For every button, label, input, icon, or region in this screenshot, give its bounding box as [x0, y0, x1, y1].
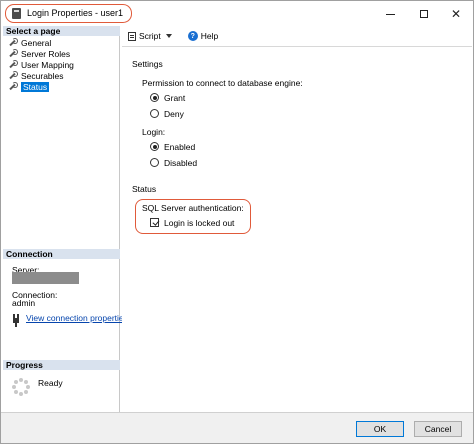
title-bar[interactable]: Login Properties - user1 ✕ — [1, 1, 473, 27]
minimize-button[interactable] — [377, 5, 403, 22]
script-label: Script — [139, 31, 161, 41]
page-item-label: General — [21, 37, 52, 48]
progress-status: Ready — [38, 378, 63, 388]
page-item-label: User Mapping — [21, 59, 74, 70]
dialog-button-bar: OK Cancel — [1, 412, 473, 443]
app-icon — [12, 8, 21, 19]
wrench-icon — [8, 60, 18, 69]
grant-label[interactable]: Grant — [164, 93, 185, 103]
disabled-label[interactable]: Disabled — [164, 158, 197, 168]
select-page-header: Select a page — [3, 26, 120, 36]
minimize-icon — [385, 14, 395, 15]
connection-value: admin — [12, 298, 36, 308]
page-item-label: Server Roles — [21, 48, 71, 59]
connection-plug-icon — [12, 313, 21, 323]
server-value-redacted — [12, 272, 79, 284]
page-item-status[interactable]: Status — [8, 81, 50, 92]
progress-header: Progress — [3, 360, 120, 370]
login-locked-out-label[interactable]: Login is locked out — [164, 218, 234, 228]
cancel-button[interactable]: Cancel — [414, 421, 462, 437]
close-button[interactable]: ✕ — [443, 5, 469, 22]
left-pane: Select a page General Server Roles User … — [3, 26, 128, 412]
link-text: View connection properties — [26, 313, 128, 323]
maximize-button[interactable] — [411, 5, 437, 22]
help-button[interactable]: ? Help — [178, 31, 218, 41]
login-locked-out-checkbox[interactable] — [150, 218, 159, 227]
page-item-user-mapping[interactable]: User Mapping — [8, 59, 74, 70]
page-item-general[interactable]: General — [8, 37, 51, 48]
permission-label: Permission to connect to database engine… — [142, 78, 303, 88]
connection-header: Connection — [3, 249, 120, 259]
deny-radio[interactable] — [150, 109, 159, 118]
grant-radio[interactable] — [150, 93, 159, 102]
page-item-securables[interactable]: Securables — [8, 70, 64, 81]
ok-button[interactable]: OK — [356, 421, 404, 437]
wrench-icon — [8, 71, 18, 80]
page-item-label: Securables — [21, 70, 64, 81]
script-button[interactable]: Script — [128, 31, 172, 41]
wrench-icon — [8, 38, 18, 47]
progress-spinner-icon — [12, 378, 30, 396]
login-properties-dialog: Login Properties - user1 ✕ Select a page… — [0, 0, 474, 444]
page-item-label: Status — [21, 81, 50, 92]
page-item-server-roles[interactable]: Server Roles — [8, 48, 70, 59]
help-label: Help — [200, 31, 219, 41]
login-label: Login: — [142, 127, 166, 137]
script-icon — [128, 31, 136, 41]
disabled-radio[interactable] — [150, 158, 159, 167]
enabled-label[interactable]: Enabled — [164, 142, 195, 152]
help-icon: ? — [187, 31, 198, 41]
status-page-content: Settings Permission to connect to databa… — [122, 47, 472, 412]
toolbar: Script ? Help — [122, 28, 472, 44]
enabled-radio[interactable] — [150, 142, 159, 151]
maximize-icon — [420, 9, 428, 18]
deny-label[interactable]: Deny — [164, 109, 184, 119]
status-section-label: Status — [132, 184, 157, 194]
close-icon: ✕ — [450, 6, 462, 21]
settings-label: Settings — [132, 59, 163, 69]
chevron-down-icon[interactable] — [165, 34, 172, 38]
wrench-icon — [8, 49, 18, 58]
view-connection-properties-link[interactable]: View connection properties — [12, 313, 128, 323]
window-title: Login Properties - user1 — [27, 8, 124, 18]
wrench-icon — [8, 82, 18, 91]
sql-auth-label: SQL Server authentication: — [142, 203, 244, 213]
